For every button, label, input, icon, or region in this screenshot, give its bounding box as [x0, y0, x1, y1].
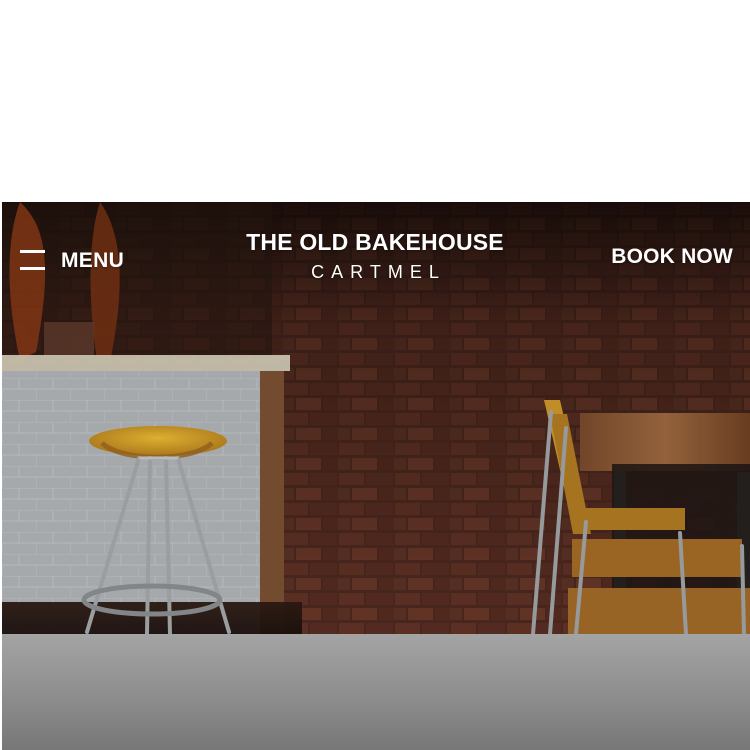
hamburger-icon	[20, 250, 45, 270]
left-page-edge	[0, 202, 2, 750]
menu-label: MENU	[61, 248, 125, 272]
menu-button[interactable]: MENU	[20, 244, 124, 276]
book-now-link[interactable]: BOOK NOW	[611, 246, 733, 267]
site-title: THE OLD BAKEHOUSE	[246, 229, 504, 255]
site-header: MENU THE OLD BAKEHOUSE CARTMEL BOOK NOW	[2, 202, 750, 302]
hero-section: MENU THE OLD BAKEHOUSE CARTMEL BOOK NOW	[2, 202, 750, 634]
site-logo[interactable]: THE OLD BAKEHOUSE CARTMEL	[180, 229, 570, 282]
homepage: MENU THE OLD BAKEHOUSE CARTMEL BOOK NOW	[0, 0, 750, 750]
grey-content-band	[2, 634, 750, 750]
site-subtitle: CARTMEL	[311, 262, 446, 282]
